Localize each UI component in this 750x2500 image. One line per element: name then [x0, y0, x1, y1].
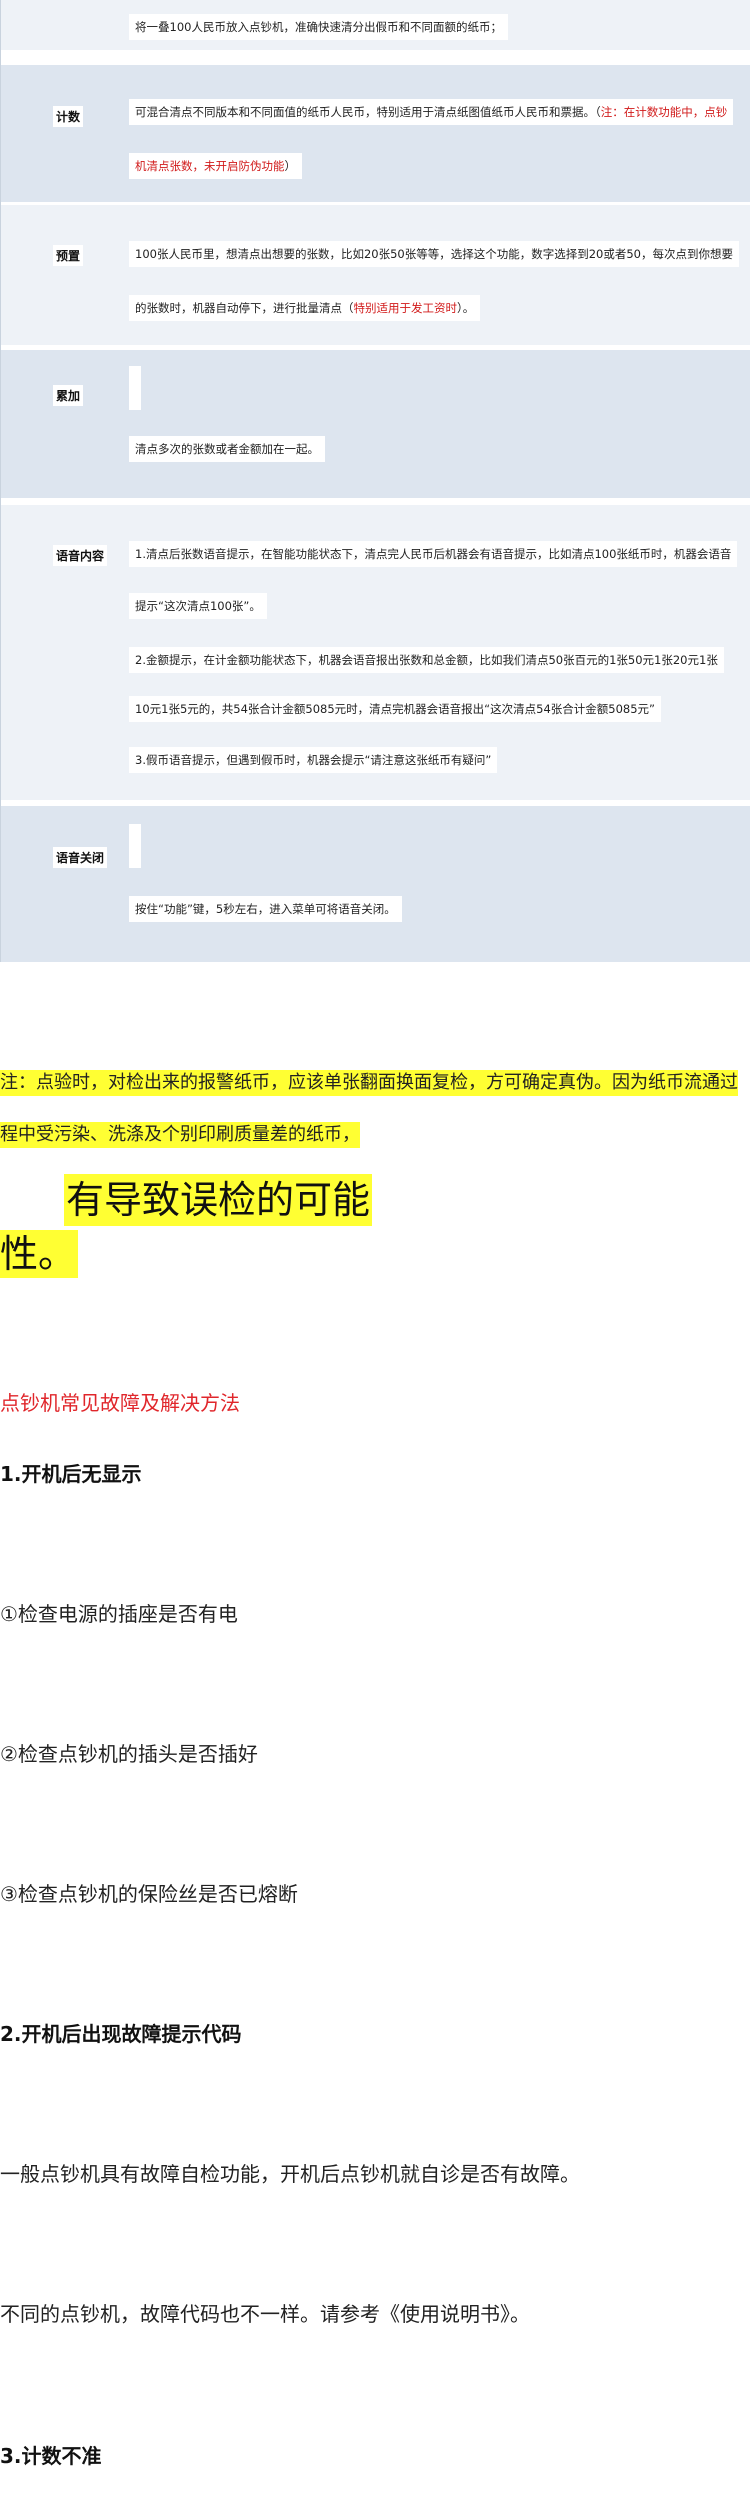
step-check-socket: ①检查电源的插座是否有电 — [0, 1602, 238, 1626]
table-row: 语音关闭 按住“功能”键，5秒左右，进入菜单可将语音关闭。 — [1, 806, 750, 962]
blank-cell — [129, 824, 141, 868]
row-text-line1: 可混合清点不同版本和不同面值的纸币人民币，特别适用于清点纸图值纸币人民币和票据。… — [129, 99, 734, 125]
note-line2: 程中受污染、洗涤及个别印刷质量差的纸币， — [0, 1122, 360, 1148]
note-big-line2: 性。 — [0, 1230, 79, 1278]
row-text-line4: 10元1张5元的，共54张合计金额5085元时，清点完机器会语音报出“这次清点5… — [129, 696, 661, 722]
row-text-line5: 3.假币语音提示，但遇到假币时，机器会提示“请注意这张纸币有疑问” — [129, 747, 498, 773]
note-big-line1: 有导致误检的可能 — [64, 1174, 373, 1226]
row-label: 语音内容 — [53, 545, 108, 566]
note-line1: 注：点验时，对检出来的报警纸币，应该单张翻面换面复检，方可确定真伪。因为纸币流通… — [0, 1070, 738, 1096]
row-label: 预置 — [53, 245, 84, 266]
row-text: 清点多次的张数或者金额加在一起。 — [129, 436, 325, 462]
step-check-plug: ②检查点钞机的插头是否插好 — [0, 1742, 258, 1766]
row-text-line1: 1.清点后张数语音提示，在智能功能状态下，清点完人民币后机器会有语音提示，比如清… — [129, 541, 738, 567]
row-text-line1: 100张人民币里，想清点出想要的张数，比如20张50张等等，选择这个功能，数字选… — [129, 241, 739, 267]
row-text-line3: 2.金额提示，在计金额功能状态下，机器会语音报出张数和总金额，比如我们清点50张… — [129, 647, 724, 673]
row-text: 按住“功能”键，5秒左右，进入菜单可将语音关闭。 — [129, 896, 402, 922]
heading-no-display: 1.开机后无显示 — [0, 1462, 142, 1486]
row-text-line2: 的张数时，机器自动停下，进行批量清点（特别适用于发工资时）。 — [129, 295, 481, 321]
table-row: 计数 可混合清点不同版本和不同面值的纸币人民币，特别适用于清点纸图值纸币人民币和… — [1, 65, 750, 202]
row-text: 将一叠100人民币放入点钞机，准确快速清分出假币和不同面额的纸币； — [129, 14, 508, 40]
section-title: 点钞机常见故障及解决方法 — [0, 1391, 240, 1415]
table-row: 累加 清点多次的张数或者金额加在一起。 — [1, 350, 750, 498]
heading-error-code: 2.开机后出现故障提示代码 — [0, 2022, 242, 2046]
table-row: 将一叠100人民币放入点钞机，准确快速清分出假币和不同面额的纸币； — [1, 0, 750, 50]
heading-count-inaccurate: 3.计数不准 — [0, 2444, 102, 2468]
row-label: 计数 — [53, 106, 84, 127]
row-text-line2: 机清点张数，未开启防伪功能） — [129, 153, 302, 179]
blank-cell — [129, 366, 141, 410]
row-label: 累加 — [53, 385, 84, 406]
row-label: 语音关闭 — [53, 847, 108, 868]
row-text-line2: 提示“这次清点100张”。 — [129, 593, 267, 619]
table-row: 预置 100张人民币里，想清点出想要的张数，比如20张50张等等，选择这个功能，… — [1, 205, 750, 345]
para-error-code-manual: 不同的点钞机，故障代码也不一样。请参考《使用说明书》。 — [0, 2302, 530, 2326]
table-row: 语音内容 1.清点后张数语音提示，在智能功能状态下，清点完人民币后机器会有语音提… — [1, 505, 750, 800]
feature-table: 将一叠100人民币放入点钞机，准确快速清分出假币和不同面额的纸币； 计数 可混合… — [0, 0, 750, 962]
para-self-check: 一般点钞机具有故障自检功能，开机后点钞机就自诊是否有故障。 — [0, 2162, 580, 2186]
step-check-fuse: ③检查点钞机的保险丝是否已熔断 — [0, 1882, 298, 1906]
